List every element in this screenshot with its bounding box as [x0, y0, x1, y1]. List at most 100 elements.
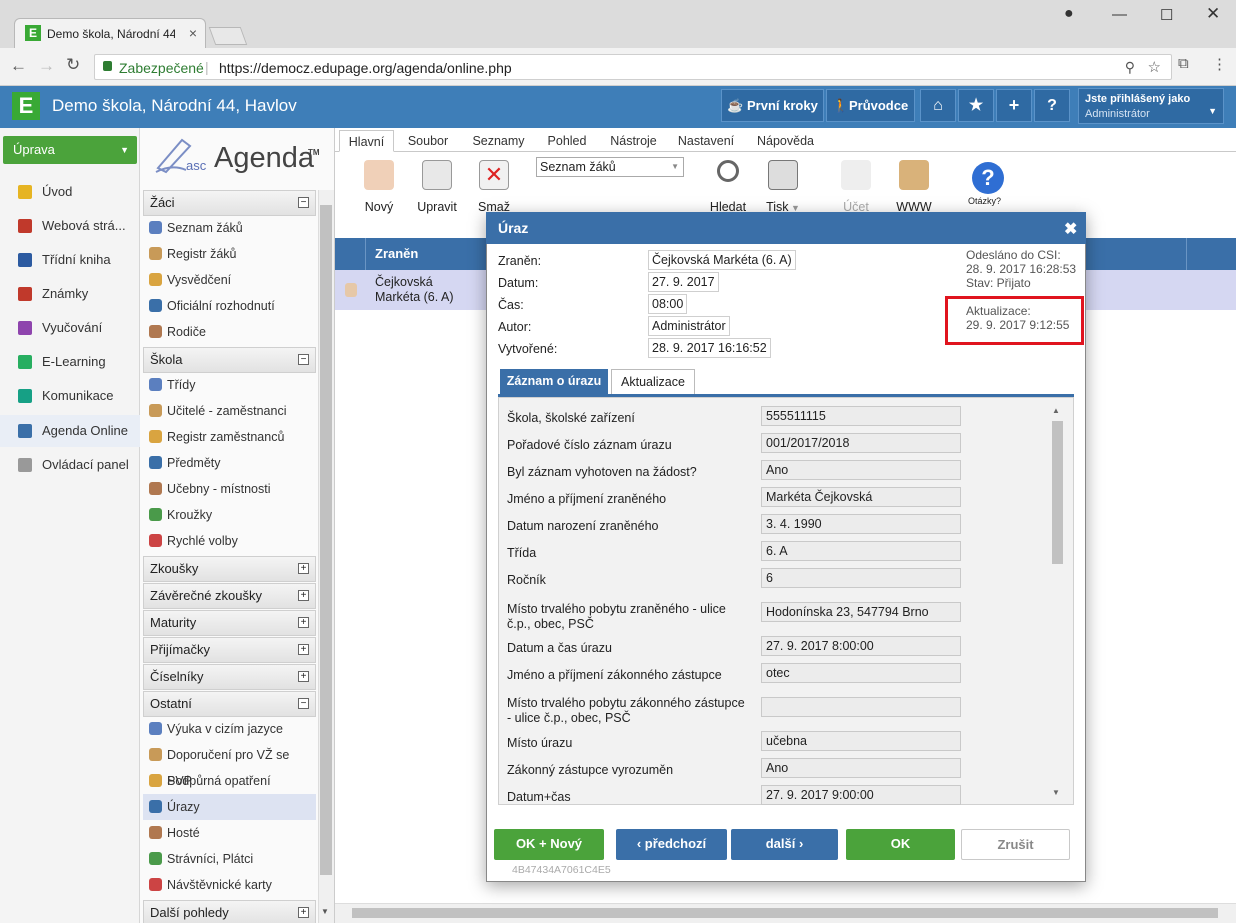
www-button[interactable]: WWW — [887, 160, 941, 214]
ribbon-tab[interactable]: Nápověda — [748, 130, 823, 152]
form-field[interactable]: Ano — [761, 460, 961, 480]
left-nav-item[interactable]: Úvod — [0, 176, 140, 208]
form-field[interactable]: učebna — [761, 731, 961, 751]
back-icon[interactable]: ← — [10, 56, 27, 76]
delete-button[interactable]: ✕ Smaž — [467, 160, 521, 214]
search-button[interactable]: Hledat — [701, 160, 755, 214]
reload-icon[interactable]: ↻ — [66, 55, 80, 75]
panel-item[interactable]: Kroužky — [143, 502, 316, 528]
expand-collapse-icon[interactable]: + — [298, 671, 309, 682]
panel-item[interactable]: Strávníci, Plátci — [143, 846, 316, 872]
questions-icon[interactable]: ? — [972, 162, 1004, 194]
tab-injury-record[interactable]: Záznam o úrazu — [500, 369, 608, 394]
edit-mode-button[interactable]: Úprava ▼ — [3, 136, 137, 164]
form-field[interactable]: 27. 9. 2017 8:00:00 — [761, 636, 961, 656]
panel-item[interactable]: Úrazy — [143, 794, 316, 820]
first-steps-button[interactable]: ☕ První kroky — [721, 89, 824, 122]
browser-tab[interactable]: E Demo škola, Národní 44 × — [14, 18, 206, 48]
ribbon-tab[interactable]: Nastavení — [668, 130, 744, 152]
key-icon[interactable]: ⚲ — [1125, 59, 1135, 76]
section-header[interactable]: Přijímačky + — [143, 637, 316, 663]
scroll-down-icon[interactable]: ▼ — [321, 907, 329, 916]
ribbon-tab[interactable]: Seznamy — [462, 130, 535, 152]
left-nav-item[interactable]: Třídní kniha — [0, 244, 140, 276]
form-field[interactable]: 6 — [761, 568, 961, 588]
form-field[interactable]: 6. A — [761, 541, 961, 561]
section-header[interactable]: Škola − — [143, 347, 316, 373]
section-header[interactable]: Číselníky + — [143, 664, 316, 690]
forward-icon[interactable]: → — [38, 56, 55, 76]
expand-collapse-icon[interactable]: + — [298, 563, 309, 574]
panel-item[interactable]: Registr žáků — [143, 241, 316, 267]
panel-item[interactable]: Vysvědčení — [143, 267, 316, 293]
form-field[interactable]: otec — [761, 663, 961, 683]
favorites-button[interactable]: ★ — [958, 89, 994, 122]
panel-scrollbar-thumb[interactable] — [320, 205, 332, 875]
left-nav-item[interactable]: Webová strá... — [0, 210, 140, 242]
ribbon-tab[interactable]: Pohled — [537, 130, 597, 152]
expand-collapse-icon[interactable]: + — [298, 644, 309, 655]
form-field[interactable] — [761, 697, 961, 717]
section-header[interactable]: Další pohledy + — [143, 900, 316, 923]
form-field[interactable]: 555511115 — [761, 406, 961, 426]
left-nav-item[interactable]: Komunikace — [0, 380, 140, 412]
panel-item[interactable]: Seznam žáků — [143, 215, 316, 241]
panel-item[interactable]: Hosté — [143, 820, 316, 846]
account-button[interactable]: Účet — [829, 160, 883, 214]
star-bookmark-icon[interactable]: ☆ — [1148, 58, 1161, 76]
panel-item[interactable]: Návštěvnické karty — [143, 872, 316, 898]
print-button[interactable]: Tisk ▼ — [756, 160, 810, 214]
panel-item[interactable]: Předměty — [143, 450, 316, 476]
edit-button[interactable]: Upravit — [410, 160, 464, 214]
expand-collapse-icon[interactable]: + — [298, 590, 309, 601]
panel-item[interactable]: Výuka v cizím jazyce — [143, 716, 316, 742]
form-scrollbar-thumb[interactable] — [1052, 421, 1063, 564]
scroll-down-icon[interactable]: ▼ — [1052, 788, 1060, 797]
new-button[interactable]: Nový — [352, 160, 406, 214]
list-select[interactable]: Seznam žáků ▼ — [536, 157, 684, 177]
form-field[interactable]: Markéta Čejkovská — [761, 487, 961, 507]
form-field[interactable]: Ano — [761, 758, 961, 778]
left-nav-item[interactable]: Ovládací panel — [0, 449, 140, 481]
tab-update[interactable]: Aktualizace — [611, 369, 695, 394]
panel-item[interactable]: Doporučení pro VŽ se SVP — [143, 742, 316, 788]
new-tab-button[interactable] — [208, 27, 248, 45]
created-value[interactable]: 28. 9. 2017 16:16:52 — [648, 338, 771, 358]
author-value[interactable]: Administrátor — [648, 316, 730, 336]
edupage-logo-icon[interactable]: E — [12, 92, 40, 120]
expand-collapse-icon[interactable]: − — [298, 698, 309, 709]
close-window-icon[interactable]: ✕ — [1206, 4, 1220, 24]
section-header[interactable]: Žáci − — [143, 190, 316, 216]
panel-item[interactable]: Učitelé - zaměstnanci — [143, 398, 316, 424]
ribbon-tab[interactable]: Soubor — [398, 130, 458, 152]
expand-collapse-icon[interactable]: − — [298, 354, 309, 365]
form-field[interactable]: 27. 9. 2017 9:00:00 — [761, 785, 961, 805]
time-value[interactable]: 08:00 — [648, 294, 688, 314]
section-header[interactable]: Zkoušky + — [143, 556, 316, 582]
section-header[interactable]: Maturity + — [143, 610, 316, 636]
cast-icon[interactable]: ⧉ — [1178, 55, 1189, 72]
horizontal-scrollbar-thumb[interactable] — [352, 908, 1218, 918]
left-nav-item[interactable]: Vyučování — [0, 312, 140, 344]
section-header[interactable]: Ostatní − — [143, 691, 316, 717]
help-button[interactable]: ? — [1034, 89, 1070, 122]
account-icon[interactable]: ● — [1064, 5, 1074, 23]
address-bar[interactable]: Zabezpečené | https://democz.edupage.org… — [94, 54, 1172, 80]
form-field[interactable]: 3. 4. 1990 — [761, 514, 961, 534]
expand-collapse-icon[interactable]: + — [298, 907, 309, 918]
panel-item[interactable]: Oficiální rozhodnutí — [143, 293, 316, 319]
panel-item[interactable]: Učebny - místnosti — [143, 476, 316, 502]
left-nav-item[interactable]: E-Learning — [0, 346, 140, 378]
panel-item[interactable]: Rychlé volby — [143, 528, 316, 554]
date-value[interactable]: 27. 9. 2017 — [648, 272, 719, 292]
section-header[interactable]: Závěrečné zkoušky + — [143, 583, 316, 609]
panel-item[interactable]: Registr zaměstnanců — [143, 424, 316, 450]
left-nav-item[interactable]: Agenda Online — [0, 415, 140, 447]
scroll-up-icon[interactable]: ▲ — [1052, 406, 1060, 415]
minimize-icon[interactable]: — — [1112, 6, 1127, 23]
injured-value[interactable]: Čejkovská Markéta (6. A) — [648, 250, 796, 270]
previous-button[interactable]: ‹ předchozí — [616, 829, 727, 860]
maximize-icon[interactable]: ☐ — [1160, 6, 1173, 24]
panel-item[interactable]: Podpůrná opatření — [143, 768, 316, 794]
ribbon-tab[interactable]: Hlavní — [339, 130, 394, 152]
